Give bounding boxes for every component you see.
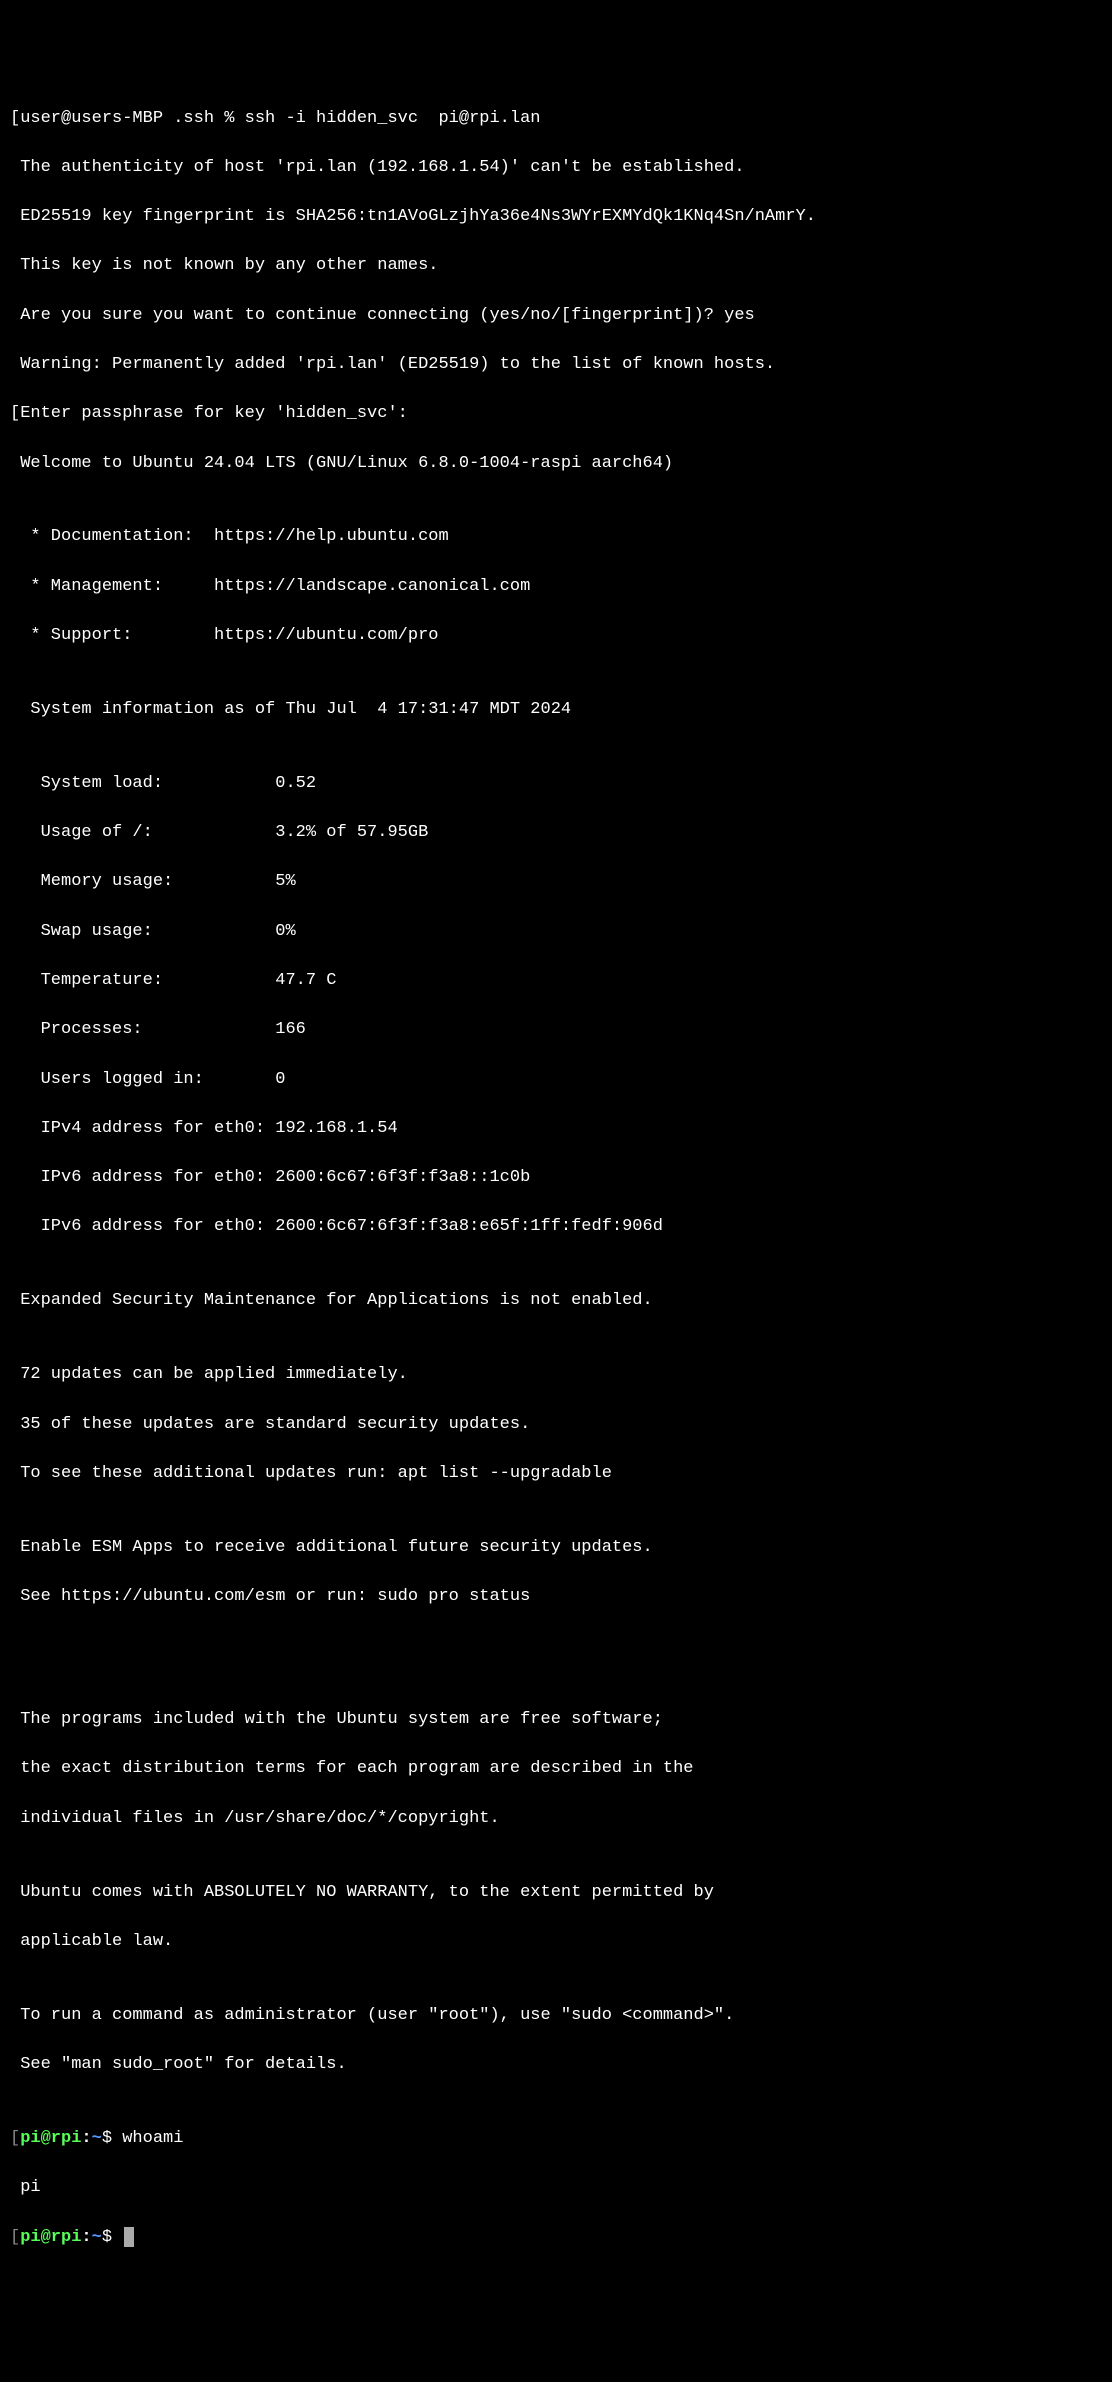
prompt-user-host: pi@rpi [20,2129,81,2148]
terminal-line: Expanded Security Maintenance for Applic… [10,1289,1102,1314]
terminal-line: Ubuntu comes with ABSOLUTELY NO WARRANTY… [10,1881,1102,1906]
terminal-line: See "man sudo_root" for details. [10,2053,1102,2078]
prompt-line-1[interactable]: [pi@rpi:~$ whoami [10,2127,1102,2152]
command-text: whoami [112,2129,183,2148]
terminal-line: [Enter passphrase for key 'hidden_svc': [10,402,1102,427]
terminal-line: Processes: 166 [10,1018,1102,1043]
terminal-line: System information as of Thu Jul 4 17:31… [10,698,1102,723]
prompt-line-2[interactable]: [pi@rpi:~$ [10,2226,1102,2251]
terminal-line: IPv6 address for eth0: 2600:6c67:6f3f:f3… [10,1166,1102,1191]
terminal-line: Users logged in: 0 [10,1068,1102,1093]
terminal-line: This key is not known by any other names… [10,254,1102,279]
cursor-icon [124,2227,134,2247]
terminal-line: IPv4 address for eth0: 192.168.1.54 [10,1117,1102,1142]
terminal-line: See https://ubuntu.com/esm or run: sudo … [10,1585,1102,1610]
terminal-line: Warning: Permanently added 'rpi.lan' (ED… [10,353,1102,378]
terminal-line: Usage of /: 3.2% of 57.95GB [10,821,1102,846]
bracket-icon: [ [10,2228,20,2247]
terminal-line: Enable ESM Apps to receive additional fu… [10,1536,1102,1561]
prompt-user-host: pi@rpi [20,2228,81,2247]
terminal-line: Temperature: 47.7 C [10,969,1102,994]
prompt-cwd: ~ [92,2228,102,2247]
terminal-line: To run a command as administrator (user … [10,2004,1102,2029]
terminal-line: Swap usage: 0% [10,920,1102,945]
terminal-line: The programs included with the Ubuntu sy… [10,1708,1102,1733]
prompt-colon: : [81,2228,91,2247]
bracket-icon: [ [10,2129,20,2148]
terminal-line: the exact distribution terms for each pr… [10,1757,1102,1782]
terminal-line: System load: 0.52 [10,772,1102,797]
terminal-line: * Support: https://ubuntu.com/pro [10,624,1102,649]
terminal-line: Memory usage: 5% [10,870,1102,895]
terminal-line: Are you sure you want to continue connec… [10,304,1102,329]
terminal-line: Welcome to Ubuntu 24.04 LTS (GNU/Linux 6… [10,452,1102,477]
terminal-line: 72 updates can be applied immediately. [10,1363,1102,1388]
terminal-line: * Documentation: https://help.ubuntu.com [10,525,1102,550]
terminal-line: ED25519 key fingerprint is SHA256:tn1AVo… [10,205,1102,230]
terminal-line: To see these additional updates run: apt… [10,1462,1102,1487]
whoami-output: pi [10,2176,1102,2201]
terminal-line: * Management: https://landscape.canonica… [10,575,1102,600]
prompt-dollar: $ [102,2228,112,2247]
command-text [112,2228,122,2247]
terminal-line: The authenticity of host 'rpi.lan (192.1… [10,156,1102,181]
terminal-line: [user@users-MBP .ssh % ssh -i hidden_svc… [10,107,1102,132]
terminal-line: IPv6 address for eth0: 2600:6c67:6f3f:f3… [10,1215,1102,1240]
prompt-dollar: $ [102,2129,112,2148]
terminal-line: 35 of these updates are standard securit… [10,1413,1102,1438]
terminal-line: applicable law. [10,1930,1102,1955]
prompt-cwd: ~ [92,2129,102,2148]
terminal-line: individual files in /usr/share/doc/*/cop… [10,1807,1102,1832]
prompt-colon: : [81,2129,91,2148]
